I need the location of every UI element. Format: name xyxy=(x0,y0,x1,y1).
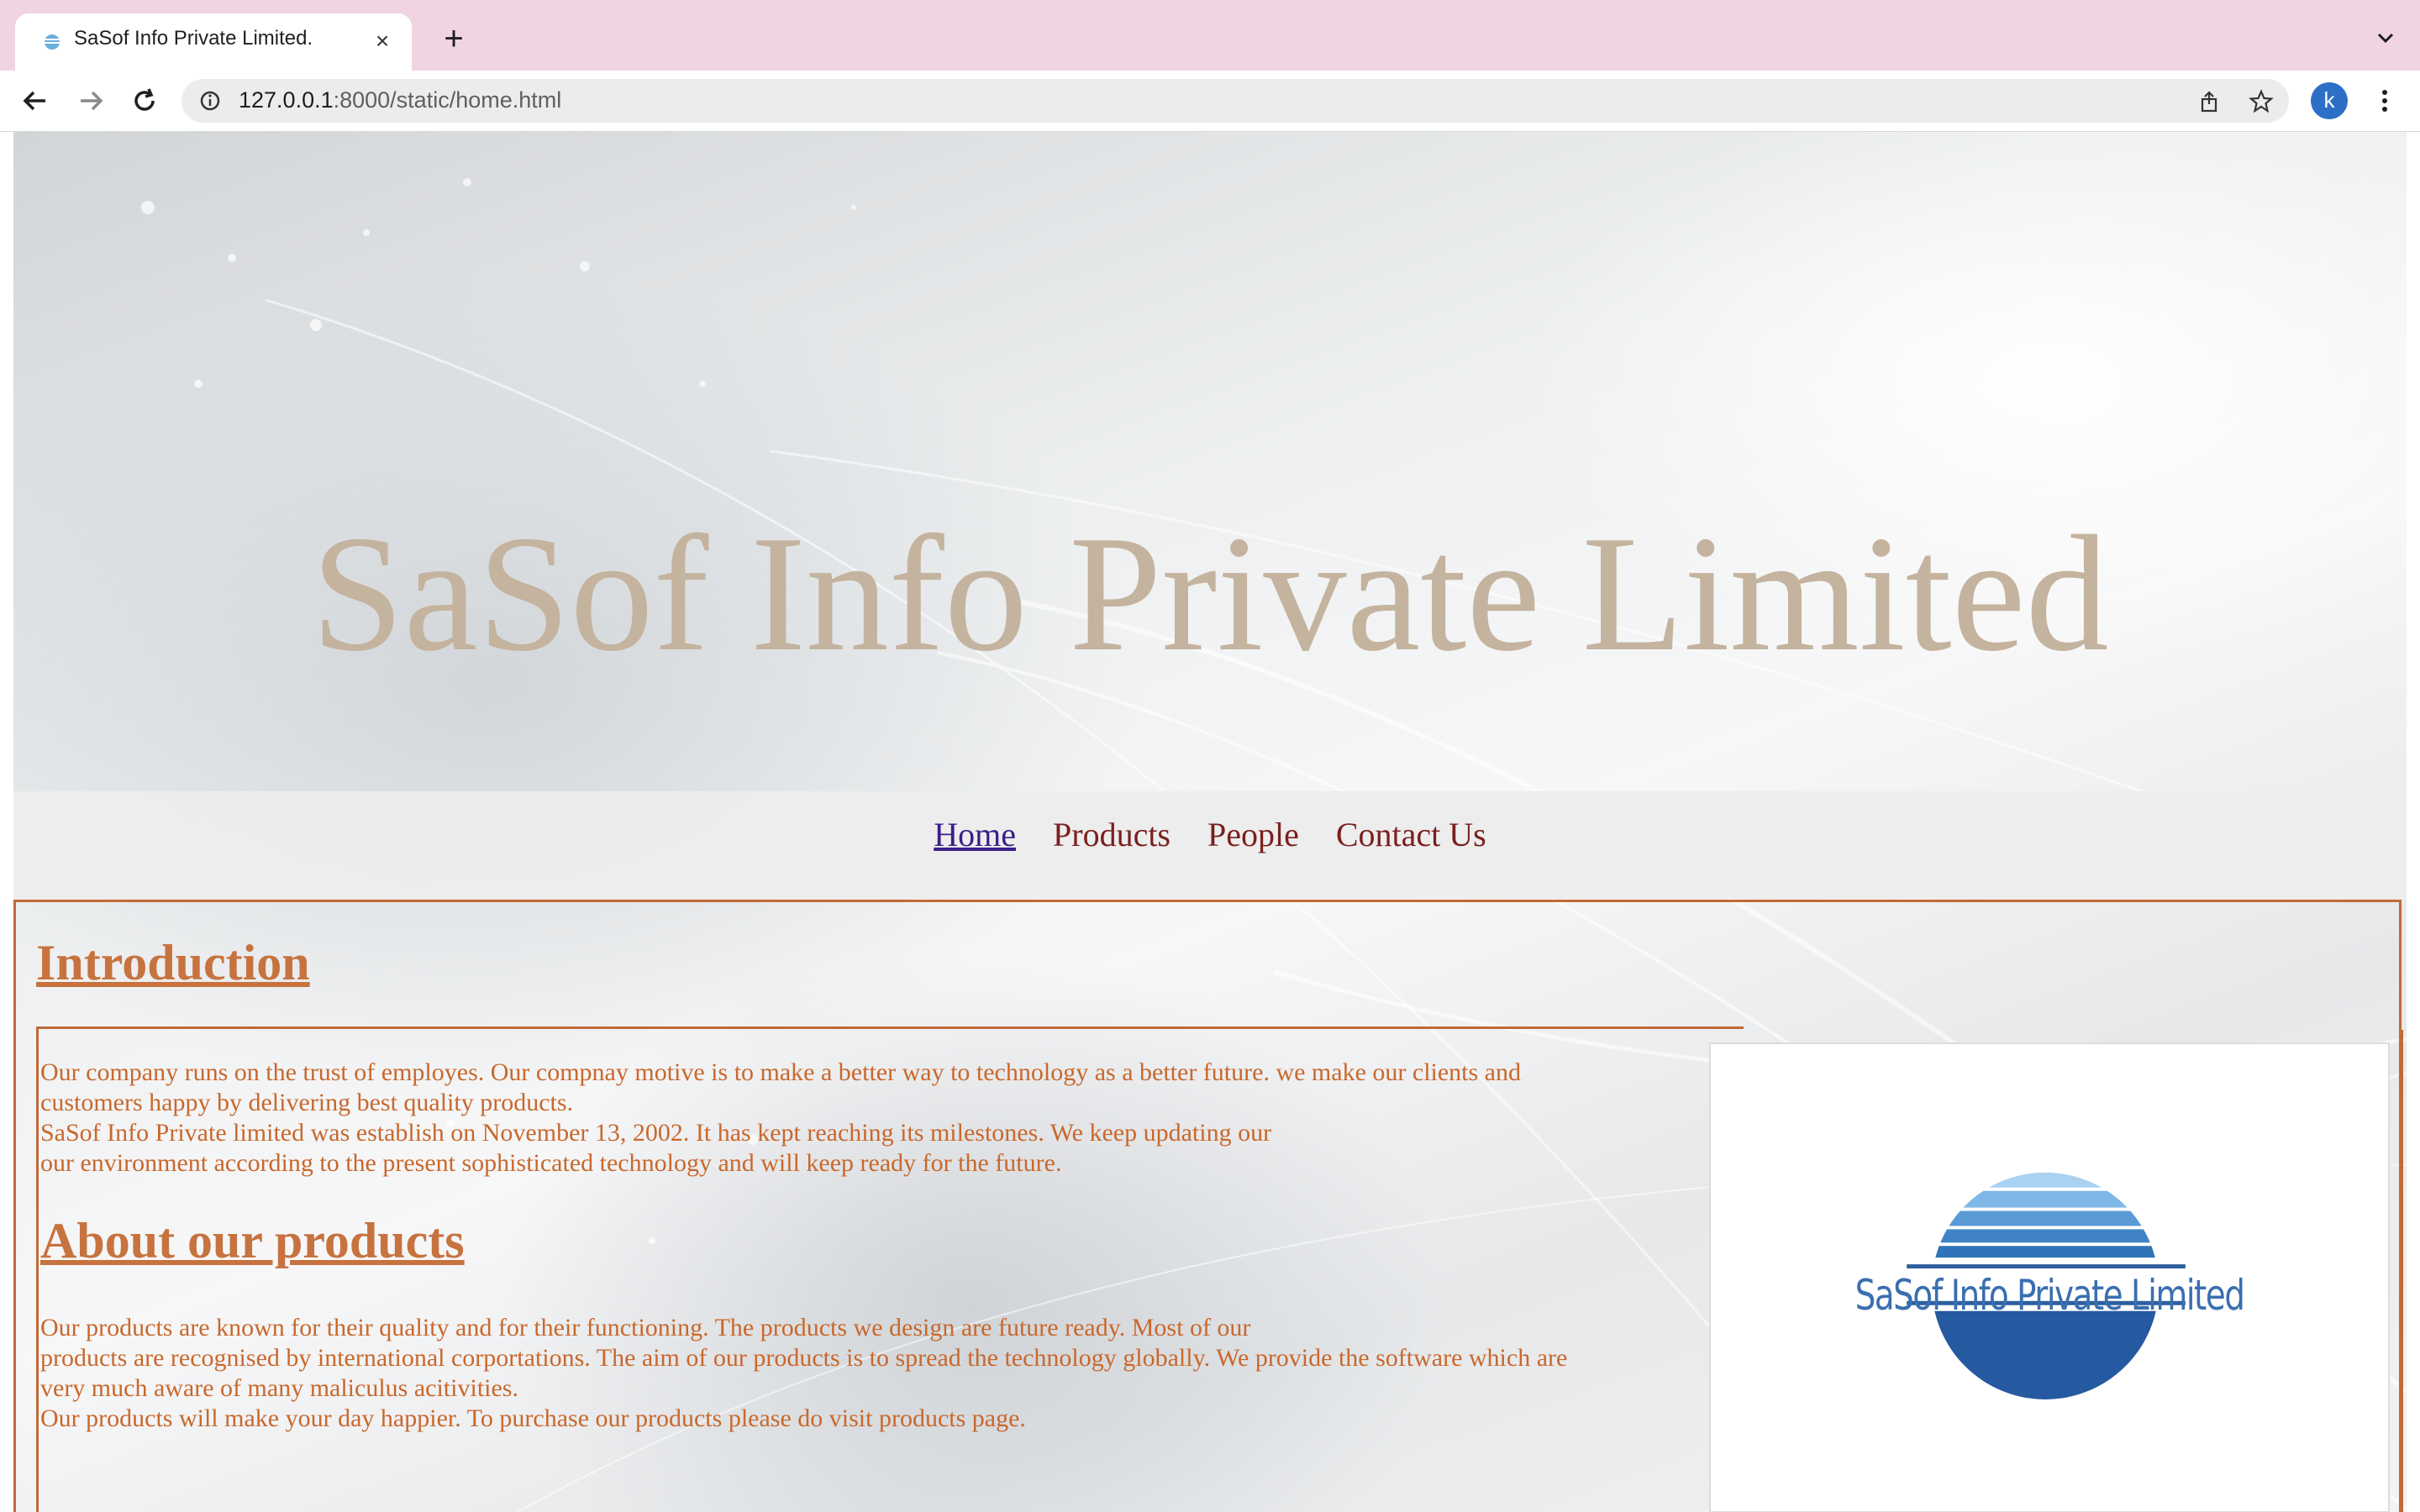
tab-list-icon[interactable] xyxy=(2373,25,2398,50)
hero-banner: SaSof Info Private Limited xyxy=(13,132,2407,791)
products-heading: About our products xyxy=(40,1213,465,1268)
introduction-heading: Introduction xyxy=(36,935,310,990)
nav-link-people[interactable]: People xyxy=(1207,815,1299,854)
intro-line-1: Our company runs on the trust of employe… xyxy=(40,1058,1522,1086)
favicon-icon xyxy=(45,34,60,50)
url-text[interactable]: 127.0.0.1:8000/static/home.html xyxy=(239,87,561,113)
browser-toolbar: 127.0.0.1:8000/static/home.html k xyxy=(0,71,2420,132)
intro-line-2: customers happy by delivering best quali… xyxy=(40,1089,574,1116)
text-panel: Our company runs on the trust of employe… xyxy=(36,1026,1744,1512)
products-line-1: Our products are known for their quality… xyxy=(40,1314,1251,1341)
logo-panel: SaSof Info Private Limited xyxy=(1709,1042,2390,1512)
products-line-2: products are recognised by international… xyxy=(40,1344,1568,1372)
intro-line-3: SaSof Info Private limited was establish… xyxy=(40,1119,1272,1147)
reload-icon[interactable] xyxy=(126,82,163,119)
star-icon[interactable] xyxy=(2249,89,2274,114)
site-navbar: Home Products People Contact Us xyxy=(13,791,2407,899)
forward-icon[interactable] xyxy=(72,82,109,119)
intro-line-4: our environment according to the present… xyxy=(40,1149,1062,1177)
nav-links: Home Products People Contact Us xyxy=(13,815,2407,854)
browser-tabstrip: SaSof Info Private Limited. × + xyxy=(0,0,2420,71)
new-tab-icon[interactable]: + xyxy=(435,20,472,57)
nav-link-home[interactable]: Home xyxy=(934,815,1016,854)
panel-right-border xyxy=(2401,1030,2403,1512)
url-host: 127.0.0.1 xyxy=(239,87,334,113)
address-bar[interactable]: 127.0.0.1:8000/static/home.html xyxy=(182,79,2289,123)
products-line-3: very much aware of many maliculus acitiv… xyxy=(40,1374,518,1402)
back-icon[interactable] xyxy=(17,82,54,119)
browser-tab[interactable]: SaSof Info Private Limited. × xyxy=(15,13,412,71)
page-title: SaSof Info Private Limited xyxy=(311,501,2109,685)
profile-avatar[interactable]: k xyxy=(2311,82,2348,119)
products-line-4: Our products will make your day happier.… xyxy=(40,1404,1026,1432)
info-icon[interactable] xyxy=(198,89,222,113)
logo-text: SaSof Info Private Limited xyxy=(1854,1271,2245,1320)
url-path: :8000/static/home.html xyxy=(333,87,562,113)
tab-title: SaSof Info Private Limited. xyxy=(74,27,313,50)
share-icon[interactable] xyxy=(2196,89,2222,114)
nav-link-products[interactable]: Products xyxy=(1053,815,1171,854)
nav-link-contact-us[interactable]: Contact Us xyxy=(1336,815,1486,854)
menu-icon[interactable] xyxy=(2368,84,2402,118)
page-viewport: SaSof Info Private Limited Home Products P… xyxy=(0,132,2420,1512)
tab-close-icon[interactable]: × xyxy=(368,27,397,55)
